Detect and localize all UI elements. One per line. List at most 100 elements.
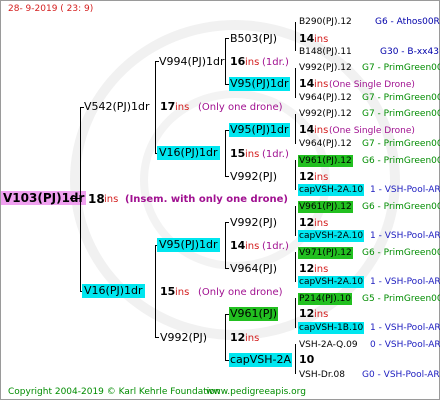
link (225, 38, 229, 39)
g5-src-3: G7 - PrimGreen00 (362, 93, 440, 103)
g4-num-0: 14 (299, 32, 315, 45)
footer-copyright: Copyright 2004-2019 © Karl Kehrle Founda… (8, 387, 221, 397)
g4-num-4: 12 (299, 216, 315, 229)
g5-name-8[interactable]: V961(PJ).12 (298, 201, 353, 213)
g5-name-3[interactable]: V964(PJ).12 (299, 92, 352, 104)
g4-name-1[interactable]: V95(PJ)1dr (229, 77, 290, 91)
g3-ins-3: ins (245, 333, 260, 344)
g5-name-4[interactable]: V992(PJ).12 (299, 108, 352, 120)
g5-src-15: G0 - VSH-Pool-AR (362, 370, 440, 380)
g5-name-10[interactable]: V971(PJ).12 (298, 247, 353, 259)
g4-num-6: 12 (299, 307, 315, 320)
g5-src-12: G5 - PrimGreen00 (362, 294, 440, 304)
g3-num-1: 15 (230, 147, 246, 160)
g5-name-2[interactable]: V992(PJ).12 (299, 62, 352, 74)
g4-note-b: (One Single Drone) (329, 126, 415, 136)
g4-num-7: 10 (299, 353, 315, 366)
link (295, 206, 296, 236)
g3-num-2: 14 (230, 239, 246, 252)
g5-src-5: G7 - PrimGreen00 (362, 139, 440, 149)
g5-src-2: G7 - PrimGreen00 (362, 63, 440, 73)
g4-num-3: 12 (299, 170, 315, 183)
g4-num-2: 14 (299, 77, 315, 90)
g3-ins-2: ins (245, 241, 260, 252)
g2-num-1: 15 (160, 285, 176, 298)
g3-ins-1: ins (245, 149, 260, 160)
g5-src-1: G30 - B-xx43 (380, 47, 439, 57)
g5-src-14: 0 - VSH-Pool-AR (370, 340, 440, 350)
g4-name-4[interactable]: V992(PJ) (230, 216, 277, 230)
g5-src-0: G6 - Athos00R (375, 17, 440, 27)
g3-name-0[interactable]: V994(PJ)1dr (159, 55, 224, 69)
link (225, 222, 229, 223)
g5-name-6[interactable]: V961(PJ).12 (298, 155, 353, 167)
g4-note-a: (One Single Drone) (329, 80, 415, 90)
g5-src-9: 1 - VSH-Pool-AR (370, 231, 440, 241)
date-stamp: 28- 9-2019 ( 23: 9) (8, 4, 94, 14)
g4-ins-2: ins (314, 79, 329, 90)
g5-name-15[interactable]: VSH-Dr.08 (299, 369, 345, 381)
link (225, 130, 226, 176)
g4-name-2[interactable]: V95(PJ)1dr (229, 123, 290, 137)
g5-name-7[interactable]: capVSH-2A.10 (298, 184, 365, 196)
g4-ins-0: ins (314, 34, 329, 45)
link (70, 198, 80, 199)
g5-name-5[interactable]: V964(PJ).12 (299, 138, 352, 150)
g4-ins-5: ins (314, 264, 329, 275)
g5-src-10: G6 - PrimGreen00 (362, 248, 440, 258)
g4-ins-3: ins (314, 172, 329, 183)
g2-ins-0: ins (175, 102, 190, 113)
g4-name-7[interactable]: capVSH-2A (229, 353, 293, 367)
g5-src-7: 1 - VSH-Pool-AR (370, 185, 440, 195)
link (295, 160, 296, 190)
footer-url[interactable]: www.pedigreeapis.org (206, 385, 306, 399)
g2-ins-1: ins (175, 287, 190, 298)
link (155, 245, 156, 337)
g5-name-13[interactable]: capVSH-1B.10 (298, 322, 365, 334)
g5-src-8: G6 - PrimGreen00 (362, 202, 440, 212)
g5-src-11: 1 - VSH-Pool-AR (370, 277, 440, 287)
link (295, 114, 296, 144)
link (225, 268, 229, 269)
g4-name-6[interactable]: V961(PJ) (229, 307, 278, 321)
g3-note-0: (1dr.) (262, 57, 289, 68)
link (155, 61, 156, 153)
link (225, 314, 226, 360)
link (295, 68, 296, 98)
g4-ins-6: ins (314, 309, 329, 320)
g5-name-1[interactable]: B148(PJ).11 (299, 46, 352, 58)
g5-name-0[interactable]: B290(PJ).12 (299, 16, 352, 28)
root-num: 18 (88, 192, 105, 206)
g4-num-a: 14 (299, 123, 315, 136)
g3-name-3[interactable]: V992(PJ) (160, 331, 207, 345)
g4-name-3[interactable]: V992(PJ) (230, 170, 277, 184)
g4-name-5[interactable]: V964(PJ) (230, 262, 277, 276)
g4-num-5: 12 (299, 262, 315, 275)
g3-num-3: 12 (230, 331, 246, 344)
g2-name-1[interactable]: V16(PJ)1dr (82, 284, 145, 298)
g2-num-0: 17 (160, 100, 176, 113)
g2-note-1: (Only one drone) (198, 287, 283, 298)
link (225, 222, 226, 268)
link (295, 22, 296, 51)
root-note: (Insem. with only one drone) (125, 194, 288, 205)
link (155, 337, 159, 338)
g4-ins-a: ins (314, 125, 329, 136)
link (295, 298, 296, 328)
link (225, 176, 229, 177)
g2-name-0[interactable]: V542(PJ)1dr (84, 100, 149, 114)
g5-src-6: G6 - PrimGreen00 (362, 156, 440, 166)
g4-ins-4: ins (314, 218, 329, 229)
pedigree-page: 28- 9-2019 ( 23: 9) V103(PJ)1dr 18 ins (… (0, 0, 440, 400)
link (80, 107, 81, 291)
g4-name-0[interactable]: B503(PJ) (230, 32, 277, 46)
g3-name-2[interactable]: V95(PJ)1dr (157, 238, 220, 252)
g3-name-1[interactable]: V16(PJ)1dr (157, 146, 220, 160)
g5-src-13: 1 - VSH-Pool-AR (370, 323, 440, 333)
g5-name-14[interactable]: VSH-2A-Q.09 (299, 339, 358, 351)
g5-name-9[interactable]: capVSH-2A.10 (298, 230, 365, 242)
g5-name-11[interactable]: capVSH-2A.10 (298, 276, 365, 288)
g3-ins-0: ins (245, 57, 260, 68)
g5-name-12[interactable]: P214(PJ).10 (298, 293, 353, 305)
g3-note-2: (1dr.) (262, 241, 289, 252)
